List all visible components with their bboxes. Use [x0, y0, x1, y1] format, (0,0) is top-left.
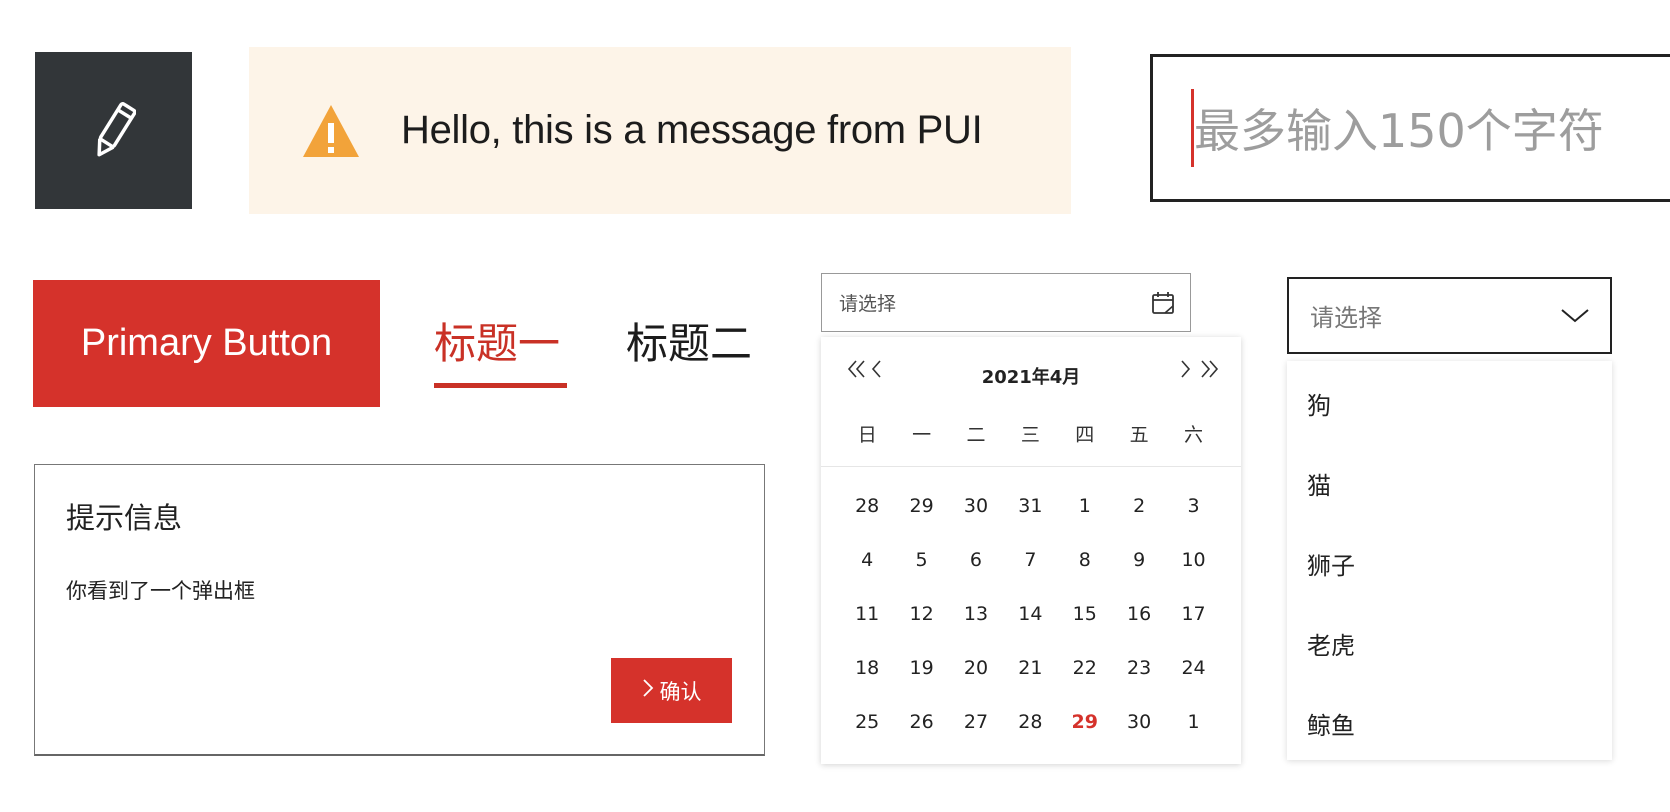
- next-month-icon[interactable]: [1179, 359, 1191, 385]
- date-input[interactable]: 请选择: [821, 273, 1191, 332]
- warning-message: Hello, this is a message from PUI: [249, 47, 1071, 214]
- weekday-label: 二: [966, 424, 986, 446]
- weekday-label: 一: [912, 424, 932, 446]
- calendar-week: 4 5 6 7 8 9 10: [840, 549, 1221, 571]
- calendar-divider: [821, 466, 1241, 467]
- calendar-day[interactable]: 12: [894, 603, 948, 625]
- calendar-day[interactable]: 7: [1003, 549, 1057, 571]
- warning-icon: [303, 104, 359, 157]
- select-option[interactable]: 老虎: [1307, 626, 1355, 661]
- calendar-day[interactable]: 30: [1112, 711, 1166, 733]
- pencil-icon: [96, 101, 136, 156]
- text-input-placeholder: 最多输入150个字符: [1194, 104, 1604, 158]
- calendar-day-today[interactable]: 29: [1058, 711, 1112, 733]
- tab-title-one[interactable]: 标题一: [434, 310, 560, 371]
- confirm-label: 确认: [659, 679, 702, 704]
- calendar-day[interactable]: 11: [840, 603, 894, 625]
- calendar-day[interactable]: 8: [1058, 549, 1112, 571]
- calendar-day[interactable]: 21: [1003, 657, 1057, 679]
- weekday-label: 六: [1184, 424, 1204, 446]
- calendar-day[interactable]: 15: [1058, 603, 1112, 625]
- calendar-day[interactable]: 28: [1003, 711, 1057, 733]
- calendar-week: 11 12 13 14 15 16 17: [840, 603, 1221, 625]
- calendar-day[interactable]: 4: [840, 549, 894, 571]
- chevron-down-icon: [1561, 308, 1589, 322]
- calendar-header: 2021年4月: [821, 337, 1241, 407]
- select-option[interactable]: 狮子: [1307, 546, 1355, 581]
- select-option[interactable]: 狗: [1307, 386, 1331, 421]
- calendar-icon: [1152, 291, 1174, 314]
- message-text: Hello, this is a message from PUI: [401, 108, 983, 152]
- dialog: 提示信息 你看到了一个弹出框 确认: [34, 464, 765, 756]
- calendar-panel: 2021年4月 日 一 二 三 四 五 六 28 29 30 31 1 2 3 …: [821, 337, 1241, 764]
- primary-button[interactable]: Primary Button: [33, 280, 380, 407]
- calendar-day[interactable]: 3: [1166, 495, 1220, 517]
- calendar-day[interactable]: 5: [894, 549, 948, 571]
- calendar-day[interactable]: 18: [840, 657, 894, 679]
- dialog-body: 你看到了一个弹出框: [66, 579, 255, 603]
- calendar-day[interactable]: 16: [1112, 603, 1166, 625]
- calendar-day[interactable]: 9: [1112, 549, 1166, 571]
- calendar-week: 18 19 20 21 22 23 24: [840, 657, 1221, 679]
- calendar-day[interactable]: 1: [1058, 495, 1112, 517]
- select-placeholder: 请选择: [1310, 304, 1382, 332]
- calendar-day[interactable]: 31: [1003, 495, 1057, 517]
- animal-select[interactable]: 请选择: [1287, 277, 1612, 354]
- text-input[interactable]: 最多输入150个字符: [1150, 54, 1670, 202]
- calendar-day[interactable]: 6: [949, 549, 1003, 571]
- calendar-day[interactable]: 26: [894, 711, 948, 733]
- calendar-day[interactable]: 30: [949, 495, 1003, 517]
- calendar-day[interactable]: 10: [1166, 549, 1220, 571]
- select-option[interactable]: 鲸鱼: [1307, 706, 1355, 741]
- calendar-weekdays: 日 一 二 三 四 五 六: [821, 420, 1241, 456]
- weekday-label: 四: [1075, 424, 1095, 446]
- calendar-day[interactable]: 2: [1112, 495, 1166, 517]
- calendar-day[interactable]: 17: [1166, 603, 1220, 625]
- select-option[interactable]: 猫: [1307, 466, 1331, 501]
- select-dropdown: 狗 猫 狮子 老虎 鲸鱼: [1287, 361, 1612, 760]
- edit-button[interactable]: [35, 52, 192, 209]
- calendar-day[interactable]: 13: [949, 603, 1003, 625]
- weekday-label: 日: [857, 424, 877, 446]
- confirm-button[interactable]: 确认: [611, 658, 732, 723]
- calendar-day[interactable]: 28: [840, 495, 894, 517]
- date-input-placeholder: 请选择: [839, 293, 897, 315]
- calendar-day[interactable]: 1: [1166, 711, 1220, 733]
- calendar-day[interactable]: 14: [1003, 603, 1057, 625]
- active-tab-indicator: [434, 383, 567, 388]
- tab-title-two[interactable]: 标题二: [626, 310, 752, 371]
- calendar-day[interactable]: 27: [949, 711, 1003, 733]
- weekday-label: 五: [1129, 424, 1149, 446]
- next-year-icon[interactable]: [1197, 359, 1219, 385]
- calendar-day[interactable]: 19: [894, 657, 948, 679]
- calendar-day[interactable]: 29: [894, 495, 948, 517]
- calendar-day[interactable]: 23: [1112, 657, 1166, 679]
- dialog-title: 提示信息: [66, 501, 183, 535]
- weekday-label: 三: [1020, 424, 1040, 446]
- calendar-month: 2021年4月: [981, 367, 1081, 388]
- chevron-right-icon: [642, 678, 654, 703]
- calendar-week: 25 26 27 28 29 30 1: [840, 711, 1221, 733]
- calendar-week: 28 29 30 31 1 2 3: [840, 495, 1221, 517]
- calendar-day[interactable]: 20: [949, 657, 1003, 679]
- calendar-day[interactable]: 22: [1058, 657, 1112, 679]
- calendar-day[interactable]: 24: [1166, 657, 1220, 679]
- calendar-day[interactable]: 25: [840, 711, 894, 733]
